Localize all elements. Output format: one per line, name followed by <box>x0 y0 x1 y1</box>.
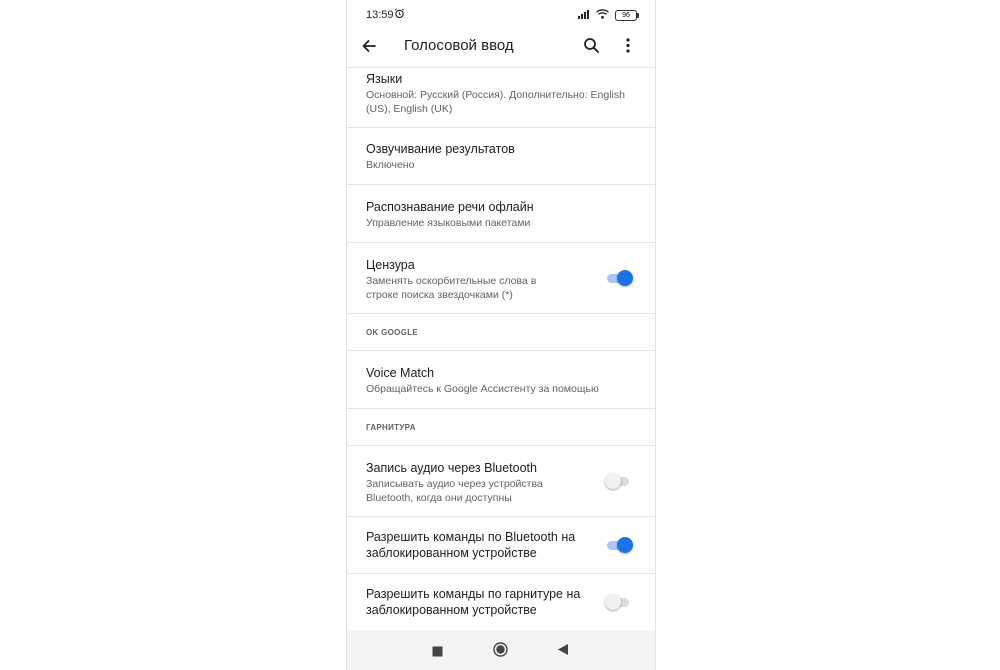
setting-subtitle: Управление языковыми пакетами <box>366 217 531 229</box>
setting-headset-locked[interactable]: Разрешить команды по гарнитуре на заблок… <box>347 574 655 630</box>
setting-offline-recognition[interactable]: Распознавание речи офлайн Управление язы… <box>347 185 655 242</box>
setting-title: Запись аудио через Bluetooth <box>366 461 537 475</box>
setting-subtitle: Записывать аудио через устройства Blueto… <box>366 478 543 504</box>
censor-toggle[interactable] <box>605 270 633 286</box>
setting-languages[interactable]: Языки Основной: Русский (Россия). Дополн… <box>347 68 655 128</box>
toggle-knob <box>605 594 621 610</box>
headset-locked-toggle[interactable] <box>605 594 633 610</box>
bluetooth-audio-toggle[interactable] <box>605 473 633 489</box>
battery-icon: 96 <box>615 10 639 21</box>
status-time: 13:59 <box>366 9 394 21</box>
setting-title: Языки <box>366 72 403 86</box>
signal-icon <box>578 9 590 22</box>
app-bar: Голосовой ввод <box>347 30 655 66</box>
phone-screen: 13:59 96 Голосовой ввод Языки Основной: … <box>346 0 656 670</box>
toggle-knob <box>617 537 633 553</box>
back-arrow-icon[interactable] <box>360 37 378 60</box>
home-circle-icon[interactable] <box>493 642 508 662</box>
setting-title: Разрешить команды по Bluetooth на заблок… <box>366 530 576 560</box>
setting-bluetooth-audio[interactable]: Запись аудио через Bluetooth Записывать … <box>347 446 655 516</box>
alarm-icon <box>394 8 405 22</box>
setting-subtitle: Обращайтесь к Google Ассистенту за помощ… <box>366 383 599 395</box>
back-triangle-icon[interactable] <box>557 643 569 661</box>
more-options-icon[interactable] <box>625 37 631 59</box>
wifi-icon <box>596 9 609 22</box>
toggle-knob <box>605 473 621 489</box>
setting-bluetooth-locked[interactable]: Разрешить команды по Bluetooth на заблок… <box>347 517 655 574</box>
setting-subtitle: Основной: Русский (Россия). Дополнительн… <box>366 89 625 115</box>
setting-title: Распознавание речи офлайн <box>366 200 534 214</box>
navigation-bar <box>347 630 655 670</box>
setting-title: Цензура <box>366 258 415 272</box>
setting-title: Озвучивание результатов <box>366 142 515 156</box>
setting-censor[interactable]: Цензура Заменять оскорбительные слова в … <box>347 243 655 313</box>
toggle-knob <box>617 270 633 286</box>
bluetooth-locked-toggle[interactable] <box>605 537 633 553</box>
divider <box>347 313 655 314</box>
setting-subtitle: Заменять оскорбительные слова в строке п… <box>366 275 537 301</box>
setting-title: Разрешить команды по гарнитуре на заблок… <box>366 587 581 617</box>
recents-square-icon[interactable] <box>432 644 443 662</box>
setting-voice-match[interactable]: Voice Match Обращайтесь к Google Ассисте… <box>347 351 655 408</box>
section-header-ok-google: OK GOOGLE <box>366 328 419 337</box>
search-icon[interactable] <box>583 37 600 59</box>
divider <box>347 408 655 409</box>
section-header-headset: ГАРНИТУРА <box>366 423 416 432</box>
setting-speech-output[interactable]: Озвучивание результатов Включено <box>347 128 655 185</box>
setting-title: Voice Match <box>366 366 435 380</box>
status-bar: 13:59 96 <box>347 0 655 30</box>
setting-subtitle: Включено <box>366 159 415 171</box>
page-title: Голосовой ввод <box>404 37 514 54</box>
